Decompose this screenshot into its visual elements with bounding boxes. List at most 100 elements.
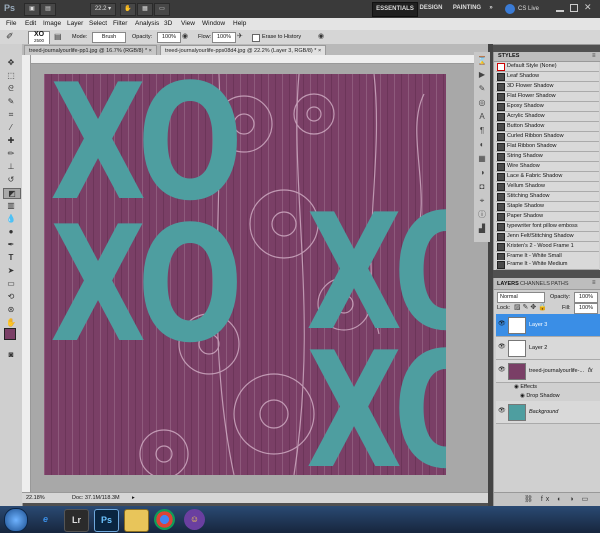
launch-bridge-button[interactable]: ▣ [24,3,40,16]
channels-tab[interactable]: CHANNELS [520,280,550,288]
styles-tab[interactable]: STYLES [498,52,519,61]
healing-brush-tool-icon[interactable]: ✚ [3,136,19,145]
flow-field[interactable]: 100% [212,32,236,43]
blur-tool-icon[interactable]: 💧 [3,214,19,223]
style-item[interactable]: Staple Shadow [496,202,599,212]
paths-tab[interactable]: PATHS [551,280,569,288]
fill-field[interactable]: 100% [574,303,598,314]
close-window-button[interactable]: ✕ [584,2,592,13]
cs-live-button[interactable]: CS Live [518,4,539,14]
style-item[interactable]: Flat Ribbon Shadow [496,142,599,152]
layers-tab[interactable]: LAYERS [497,280,519,288]
style-item[interactable]: Kristen's 2 - Wood Frame 1 [496,242,599,252]
layer-row-paper[interactable]: 👁 treed-journalyourlife-... fx [496,360,600,383]
visibility-eye-icon[interactable]: 👁 [498,367,506,373]
photoshop-taskbar-button[interactable]: Ps [94,509,119,532]
eyedropper-tool-icon[interactable]: ⁄ [3,123,19,132]
brush-panel-icon[interactable]: ✎ [477,84,487,93]
internet-explorer-icon[interactable]: e [34,509,57,530]
lasso-tool-icon[interactable]: ᘓ [3,84,19,93]
layer-row-layer-2[interactable]: 👁 Layer 2 [496,337,600,360]
clone-stamp-tool-icon[interactable]: ⊥ [3,162,19,171]
menu-file[interactable]: File [6,18,16,30]
history-panel-icon[interactable]: ⌛ [477,56,487,65]
lightroom-taskbar-button[interactable]: Lr [64,509,89,532]
color-panel-icon[interactable]: ◐ [477,140,487,149]
more-workspaces-button[interactable]: » [486,2,496,15]
menu-window[interactable]: Window [202,18,225,30]
eraser-tool-icon[interactable]: ◩ [3,188,21,199]
style-item[interactable]: Acrylic Shadow [496,112,599,122]
drop-shadow-effect[interactable]: ◉ Drop Shadow [520,392,560,401]
pressure-opacity-icon[interactable]: ◉ [182,32,188,40]
workspace-design-button[interactable]: DESIGN [418,2,444,15]
hand-tool-button[interactable]: ✋ [120,3,136,16]
path-selection-tool-icon[interactable]: ➤ [3,266,19,275]
adjustments-panel-icon[interactable]: ◑ [477,168,487,177]
style-item[interactable]: Leaf Shadow [496,72,599,82]
screen-mode-button[interactable]: ▭ [154,3,170,16]
effects-label[interactable]: ◉ Effects [514,383,537,392]
brush-preset-picker[interactable]: XO 2500 [28,31,50,45]
menu-filter[interactable]: Filter [113,18,127,30]
menu-3d[interactable]: 3D [164,18,172,30]
clone-source-panel-icon[interactable]: ◎ [477,98,487,107]
crop-tool-icon[interactable]: ⌗ [3,110,19,119]
layer-effects-fx-icon[interactable]: fx [588,360,593,382]
opacity-field[interactable]: 100% [157,32,181,43]
style-item[interactable]: Paper Shadow [496,212,599,222]
navigator-panel-icon[interactable]: ⌖ [477,196,487,205]
foreground-color-swatch[interactable] [4,328,16,340]
layer-opacity-field[interactable]: 100% [574,292,598,303]
start-button[interactable] [4,508,28,532]
marquee-tool-icon[interactable]: ⬚ [3,71,19,80]
style-item[interactable]: Vellum Shadow [496,182,599,192]
shape-tool-icon[interactable]: ▭ [3,279,19,288]
mode-dropdown[interactable]: Brush [92,32,126,43]
move-tool-icon[interactable]: ✥ [3,58,19,67]
arrange-documents-button[interactable]: ▦ [137,3,153,16]
visibility-eye-icon[interactable]: 👁 [498,408,506,414]
swatches-panel-icon[interactable]: ▦ [477,154,487,163]
status-menu-arrow-icon[interactable]: ▸ [132,493,135,503]
info-panel-icon[interactable]: ⓘ [477,210,487,219]
style-item[interactable]: Button Shadow [496,122,599,132]
yahoo-messenger-icon[interactable]: ☺ [184,509,205,530]
hand-tool-icon[interactable]: ✋ [3,318,19,327]
workspace-essentials-button[interactable]: ESSENTIALS [372,2,418,17]
character-panel-icon[interactable]: A [477,112,487,121]
quick-mask-icon[interactable]: ◙ [3,350,19,359]
brush-panel-toggle-icon[interactable]: ▤ [54,32,62,41]
blend-mode-dropdown[interactable]: Normal [497,292,545,303]
style-item[interactable]: Lace & Fabric Shadow [496,172,599,182]
menu-image[interactable]: Image [43,18,61,30]
style-item[interactable]: String Shadow [496,152,599,162]
workspace-painting-button[interactable]: PAINTING [450,2,484,15]
menu-edit[interactable]: Edit [25,18,36,30]
style-item[interactable]: Frame It - White Medium [496,260,599,270]
visibility-eye-icon[interactable]: 👁 [498,321,506,327]
file-explorer-icon[interactable] [124,509,149,532]
style-item[interactable]: typewriter font pillow emboss [496,222,599,232]
menu-analysis[interactable]: Analysis [135,18,159,30]
brush-tool-icon[interactable]: ✏ [3,149,19,158]
style-item[interactable]: Wire Shadow [496,162,599,172]
style-item[interactable]: Jenn Felt/Stitching Shadow [496,232,599,242]
style-item[interactable]: Default Style (None) [496,62,599,72]
style-item[interactable]: Stitching Shadow [496,192,599,202]
style-item[interactable]: 3D Flower Shadow [496,82,599,92]
menu-select[interactable]: Select [89,18,107,30]
launch-mini-bridge-button[interactable]: ▤ [40,3,56,16]
masks-panel-icon[interactable]: ◘ [477,182,487,191]
3d-rotate-tool-icon[interactable]: ⟲ [3,292,19,301]
pen-tool-icon[interactable]: ✒ [3,240,19,249]
layer-row-layer-3[interactable]: 👁 Layer 3 [496,314,600,337]
history-brush-tool-icon[interactable]: ↺ [3,175,19,184]
erase-history-checkbox[interactable] [252,34,260,42]
chrome-icon[interactable] [154,509,175,530]
panel-menu-icon[interactable]: ≡ [592,279,596,288]
menu-view[interactable]: View [181,18,195,30]
menu-layer[interactable]: Layer [67,18,83,30]
menu-help[interactable]: Help [233,18,246,30]
minimize-button[interactable] [556,4,564,12]
